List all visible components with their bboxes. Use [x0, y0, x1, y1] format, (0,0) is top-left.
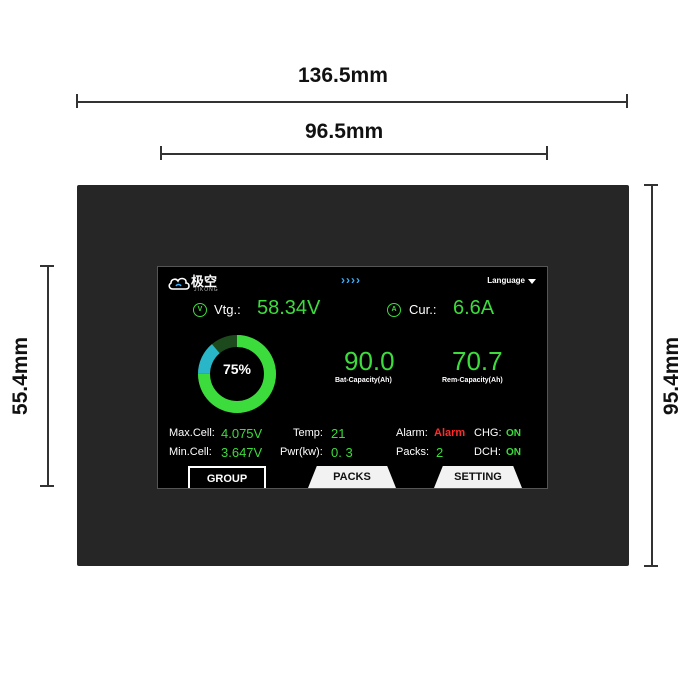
alarm-label: Alarm: [396, 427, 428, 439]
soc-percent: 75% [222, 361, 252, 377]
screen-height-label: 55.4mm [9, 336, 33, 416]
inner-width-line [161, 153, 547, 155]
current-value: 6.6A [453, 297, 495, 319]
screen-height-tick-top [40, 265, 54, 267]
rem-capacity-value: 70.7 [452, 346, 503, 376]
power-value: 0. 3 [331, 445, 353, 460]
min-cell-label: Min.Cell: [169, 446, 212, 458]
alarm-value: Alarm [434, 427, 466, 439]
voltage-icon: V [193, 303, 207, 317]
chevron-arrows-icon: ›››› [341, 273, 361, 287]
outer-height-tick-top [644, 184, 658, 186]
tab-group[interactable]: GROUP [188, 466, 266, 488]
outer-height-line [651, 185, 653, 566]
inner-width-tick-left [160, 146, 162, 160]
tab-bar: GROUP PACKS SETTING [158, 466, 547, 488]
top-bar: 极空 JIKONG ›››› Language [158, 267, 547, 297]
device-screen: 极空 JIKONG ›››› Language V Vtg.: 58.34V A… [157, 266, 548, 489]
power-label: Pwr(kw): [280, 446, 323, 458]
language-selector[interactable]: Language [487, 276, 525, 285]
chg-value: ON [506, 428, 521, 439]
outer-height-label: 95.4mm [660, 336, 684, 416]
screen-height-tick-bottom [40, 485, 54, 487]
temp-value: 21 [331, 426, 346, 441]
brand-logo: 极空 JIKONG [167, 272, 229, 294]
logo-subtext: JIKONG [194, 287, 219, 293]
dch-label: DCH: [474, 446, 501, 458]
packs-value: 2 [436, 445, 444, 460]
max-cell-label: Max.Cell: [169, 427, 215, 439]
voltage-label: Vtg.: [214, 302, 241, 317]
caret-down-icon[interactable] [528, 279, 536, 284]
outer-width-line [77, 101, 628, 103]
packs-label: Packs: [396, 446, 430, 458]
voltage-value: 58.34V [257, 297, 321, 319]
outer-width-tick-left [76, 94, 78, 108]
tab-setting[interactable]: SETTING [434, 466, 522, 488]
temp-label: Temp: [293, 427, 323, 439]
dch-value: ON [506, 447, 521, 458]
rem-capacity-label: Rem-Capacity(Ah) [442, 377, 503, 384]
bat-capacity-label: Bat-Capacity(Ah) [335, 377, 392, 384]
outer-width-label: 136.5mm [298, 64, 388, 87]
screen-height-line [47, 266, 49, 486]
cloud-icon [168, 277, 190, 290]
current-icon: A [387, 303, 401, 317]
current-label: Cur.: [409, 302, 437, 317]
chg-label: CHG: [474, 427, 502, 439]
min-cell-value: 3.647V [221, 445, 263, 460]
bat-capacity-value: 90.0 [344, 346, 395, 376]
inner-width-tick-right [546, 146, 548, 160]
tab-packs[interactable]: PACKS [308, 466, 396, 488]
max-cell-value: 4.075V [221, 426, 263, 441]
outer-width-tick-right [626, 94, 628, 108]
inner-width-label: 96.5mm [305, 120, 384, 143]
outer-height-tick-bottom [644, 565, 658, 567]
